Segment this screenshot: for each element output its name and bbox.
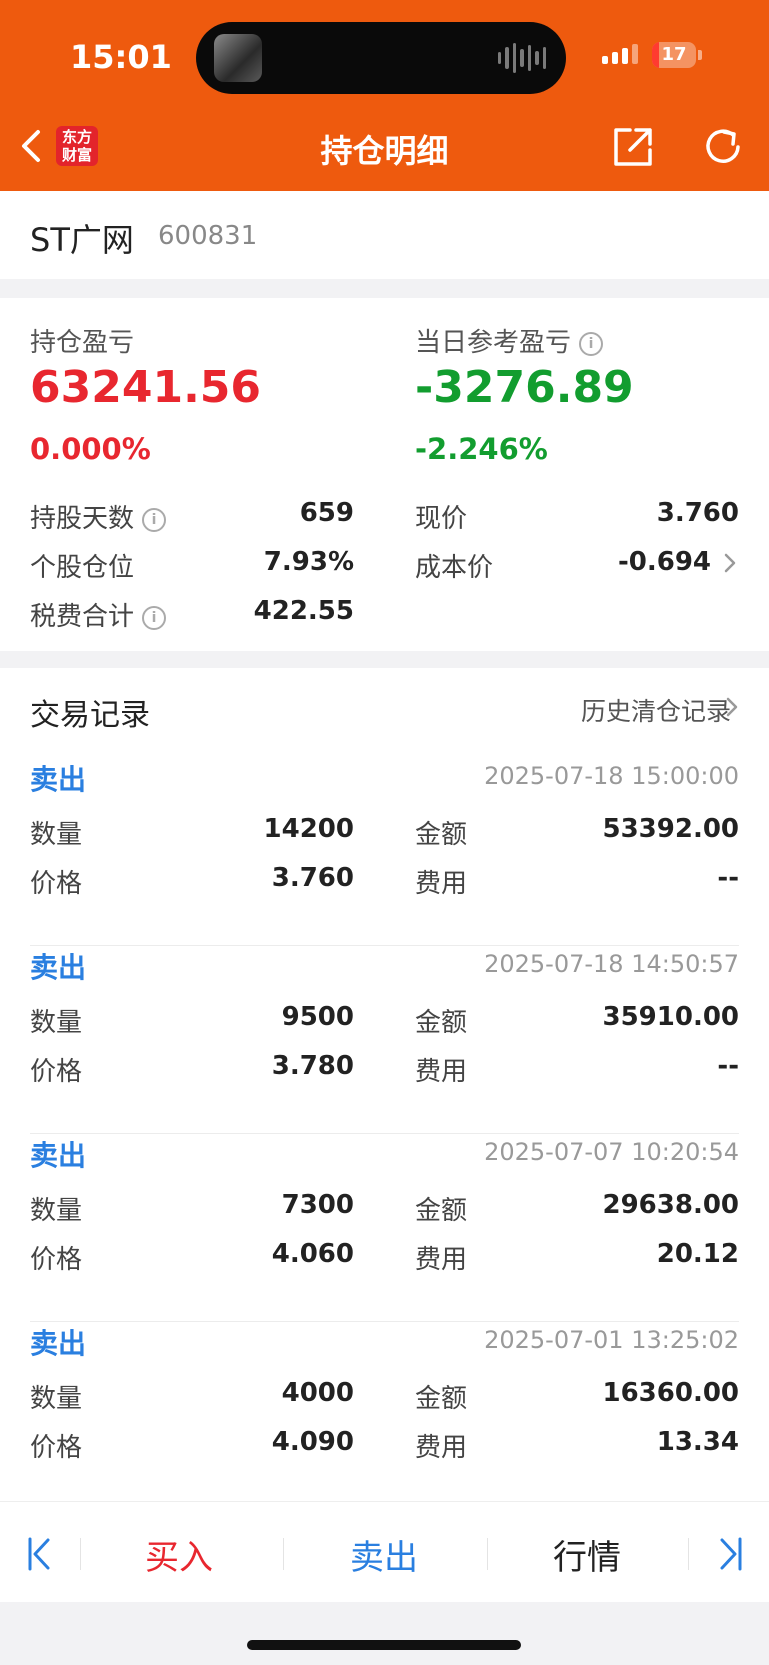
- price-label: 价格: [30, 869, 83, 899]
- fee-label: 费用: [415, 869, 468, 899]
- buy-button[interactable]: 买入: [145, 1530, 213, 1579]
- toolbar-divider: [283, 1538, 284, 1570]
- toolbar-divider: [487, 1538, 488, 1570]
- app-header: 15:01 17 东方 财富 持仓明细: [0, 0, 769, 191]
- hold-days-value: 659: [299, 498, 354, 528]
- history-clearance-link[interactable]: 历史清仓记录: [581, 692, 731, 728]
- current-price-label: 现价: [415, 504, 468, 534]
- sell-button[interactable]: 卖出: [350, 1530, 418, 1579]
- info-icon[interactable]: i: [142, 605, 167, 630]
- status-time: 15:01: [70, 38, 172, 76]
- battery-level-text: 17: [661, 44, 687, 65]
- refresh-icon[interactable]: [700, 124, 746, 170]
- price-label: 价格: [30, 1057, 83, 1087]
- quantity-value: 9500: [281, 1002, 354, 1032]
- signal-icon: [602, 44, 638, 64]
- now-playing-thumbnail: [214, 34, 262, 82]
- daily-pl-value: -3276.89: [415, 362, 634, 413]
- stock-name: ST广网: [30, 221, 134, 259]
- chevron-right-icon[interactable]: [723, 552, 737, 574]
- trade-time: 2025-07-07 10:20:54: [484, 1138, 739, 1166]
- dynamic-island: [196, 22, 566, 94]
- price-value: 4.060: [271, 1239, 354, 1269]
- current-price-value: 3.760: [656, 498, 739, 528]
- trade-type: 卖出: [30, 763, 87, 796]
- amount-value: 29638.00: [602, 1190, 739, 1220]
- position-ratio-value: 7.93%: [263, 547, 354, 577]
- price-label: 价格: [30, 1245, 83, 1275]
- trade-time: 2025-07-18 15:00:00: [484, 762, 739, 790]
- fee-label: 费用: [415, 1245, 468, 1275]
- price-label: 价格: [30, 1433, 83, 1463]
- fee-label: 费用: [415, 1433, 468, 1463]
- amount-value: 35910.00: [602, 1002, 739, 1032]
- cost-price-label: 成本价: [415, 553, 494, 583]
- position-ratio-label: 个股仓位: [30, 553, 135, 583]
- daily-pl-header: 当日参考盈亏 i: [415, 322, 604, 359]
- fee-value: 20.12: [656, 1239, 739, 1269]
- cost-price-value[interactable]: -0.694: [618, 547, 711, 577]
- trade-record[interactable]: 卖出 2025-07-18 15:00:00 数量 14200 金额 53392…: [0, 758, 769, 946]
- trade-record[interactable]: 卖出 2025-07-01 13:25:02 数量 4000 金额 16360.…: [0, 1322, 769, 1510]
- quantity-label: 数量: [30, 820, 83, 850]
- trade-records-section: 交易记录 历史清仓记录 卖出 2025-07-18 15:00:00 数量 14…: [0, 668, 769, 1510]
- battery-indicator: 17: [652, 42, 696, 68]
- fees-total-value: 422.55: [253, 596, 354, 626]
- quantity-label: 数量: [30, 1196, 83, 1226]
- stock-header: ST广网 600831: [0, 191, 769, 279]
- quantity-label: 数量: [30, 1384, 83, 1414]
- profit-summary-card: 持仓盈亏 63241.56 0.000% 当日参考盈亏 i -3276.89 -2…: [0, 298, 769, 651]
- first-page-icon[interactable]: [26, 1536, 54, 1572]
- hold-days-row-label: 持股天数 i: [30, 498, 167, 535]
- daily-pl-label: 当日参考盈亏: [415, 328, 572, 358]
- trade-type: 卖出: [30, 1139, 87, 1172]
- trade-record[interactable]: 卖出 2025-07-18 14:50:57 数量 9500 金额 35910.…: [0, 946, 769, 1134]
- price-value: 3.780: [271, 1051, 354, 1081]
- quantity-value: 14200: [263, 814, 354, 844]
- market-button[interactable]: 行情: [553, 1530, 621, 1579]
- position-pl-percent: 0.000%: [30, 432, 151, 466]
- home-indicator: [247, 1640, 521, 1650]
- trade-records-title: 交易记录: [30, 698, 150, 733]
- price-value: 4.090: [271, 1427, 354, 1457]
- trade-type: 卖出: [30, 1327, 87, 1360]
- daily-pl-percent: -2.246%: [415, 432, 548, 466]
- quantity-value: 4000: [281, 1378, 354, 1408]
- chevron-right-icon[interactable]: [725, 696, 739, 718]
- trade-type: 卖出: [30, 951, 87, 984]
- amount-label: 金额: [415, 820, 468, 850]
- toolbar-divider: [80, 1538, 81, 1570]
- price-value: 3.760: [271, 863, 354, 893]
- audio-wave-icon: [498, 42, 546, 74]
- position-pl-label: 持仓盈亏: [30, 328, 135, 358]
- battery-tip: [698, 50, 702, 60]
- quantity-value: 7300: [281, 1190, 354, 1220]
- last-page-icon[interactable]: [716, 1536, 744, 1572]
- fees-total-label: 税费合计: [30, 602, 135, 632]
- trade-record[interactable]: 卖出 2025-07-07 10:20:54 数量 7300 金额 29638.…: [0, 1134, 769, 1322]
- quantity-label: 数量: [30, 1008, 83, 1038]
- trade-time: 2025-07-18 14:50:57: [484, 950, 739, 978]
- amount-label: 金额: [415, 1384, 468, 1414]
- amount-label: 金额: [415, 1008, 468, 1038]
- info-icon[interactable]: i: [142, 507, 167, 532]
- amount-value: 53392.00: [602, 814, 739, 844]
- info-icon[interactable]: i: [579, 331, 604, 356]
- trade-time: 2025-07-01 13:25:02: [484, 1326, 739, 1354]
- fee-value: --: [717, 863, 739, 893]
- position-pl-value: 63241.56: [30, 362, 262, 413]
- share-icon[interactable]: [610, 124, 656, 170]
- fee-value: 13.34: [656, 1427, 739, 1457]
- fees-total-row-label: 税费合计 i: [30, 596, 167, 633]
- stock-code: 600831: [158, 221, 258, 251]
- amount-label: 金额: [415, 1196, 468, 1226]
- toolbar-divider: [688, 1538, 689, 1570]
- amount-value: 16360.00: [602, 1378, 739, 1408]
- fee-value: --: [717, 1051, 739, 1081]
- bottom-toolbar: 买入 卖出 行情: [0, 1501, 769, 1602]
- hold-days-label: 持股天数: [30, 504, 135, 534]
- fee-label: 费用: [415, 1057, 468, 1087]
